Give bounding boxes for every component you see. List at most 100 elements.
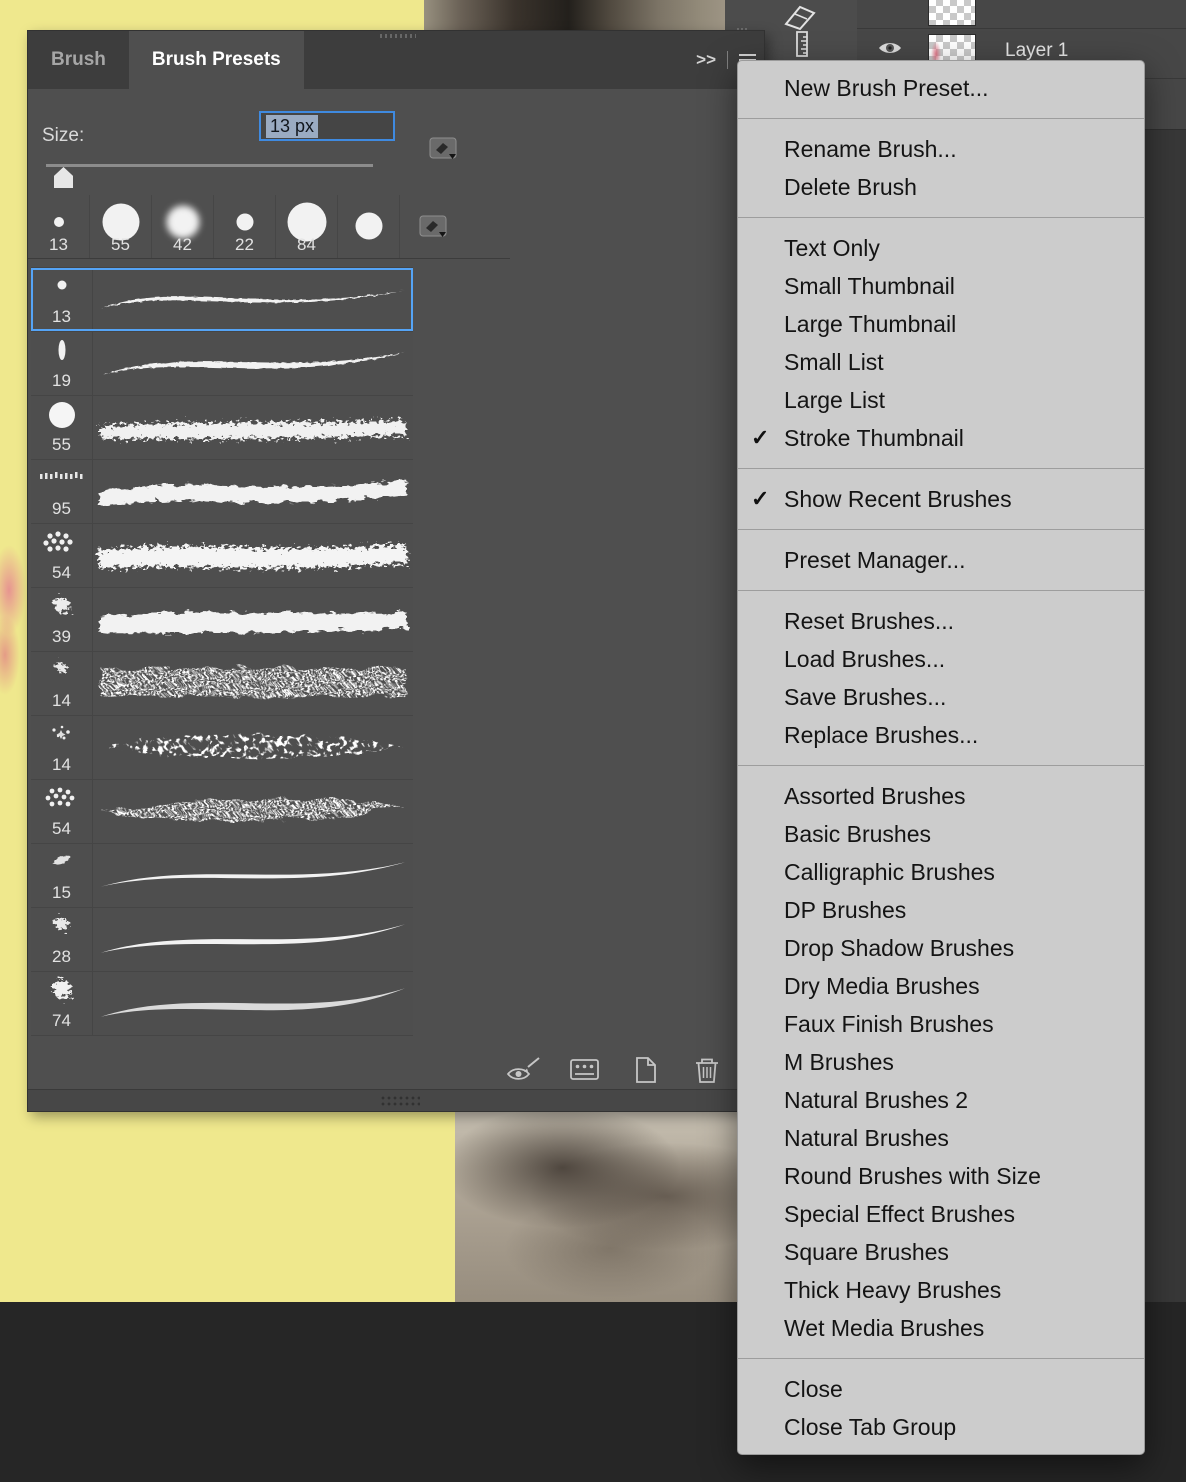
- menu-item-m-brushes[interactable]: M Brushes: [738, 1043, 1144, 1081]
- brush-size-label: 19: [52, 371, 71, 390]
- brush-preset-row[interactable]: 74: [31, 972, 413, 1036]
- menu-item-delete-brush[interactable]: Delete Brush: [738, 168, 1144, 206]
- recent-brush[interactable]: 55: [90, 195, 152, 258]
- layer-name[interactable]: Layer 1: [1005, 40, 1068, 62]
- brush-preset-row[interactable]: 95: [31, 460, 413, 524]
- panel-drag-grip[interactable]: [380, 34, 416, 38]
- brush-stroke-preview: [93, 780, 413, 843]
- menu-item-label: Large Thumbnail: [784, 310, 957, 337]
- menu-item-natural-brushes[interactable]: Natural Brushes: [738, 1119, 1144, 1157]
- menu-item-round-brushes-with-size[interactable]: Round Brushes with Size: [738, 1157, 1144, 1195]
- menu-item-replace-brushes[interactable]: Replace Brushes...: [738, 716, 1144, 754]
- menu-item-label: Basic Brushes: [784, 820, 932, 847]
- photo-fragment-bottom: [455, 1110, 737, 1302]
- menu-item-drop-shadow-brushes[interactable]: Drop Shadow Brushes: [738, 929, 1144, 967]
- tab-brush[interactable]: Brush: [28, 31, 129, 89]
- brush-size-label: 42: [173, 235, 192, 254]
- create-new-brush-icon[interactable]: [630, 1055, 662, 1085]
- brush-preset-row[interactable]: 14: [31, 652, 413, 716]
- brush-tip-thumbnail: 13: [31, 268, 93, 331]
- recent-brush[interactable]: [338, 195, 400, 258]
- brush-stamp-icon[interactable]: [425, 130, 463, 168]
- menu-item-label: Stroke Thumbnail: [784, 424, 964, 451]
- size-slider-track[interactable]: [46, 164, 373, 167]
- size-input[interactable]: 13 px: [259, 111, 395, 141]
- brush-stroke-preview: [93, 588, 413, 651]
- ruler-tool-icon[interactable]: [793, 30, 813, 58]
- brush-preset-list: 13 19 55 95 54 39 14 14 54 15 28 74: [31, 267, 413, 1036]
- menu-item-basic-brushes[interactable]: Basic Brushes: [738, 815, 1144, 853]
- recent-brush[interactable]: 42: [152, 195, 214, 258]
- brush-tip-thumbnail: 54: [31, 780, 93, 843]
- open-preset-manager-icon[interactable]: [568, 1055, 602, 1085]
- menu-separator: [738, 118, 1144, 119]
- checkmark-icon: ✓: [751, 425, 770, 450]
- tab-brush-presets[interactable]: Brush Presets: [128, 31, 304, 89]
- menu-item-wet-media-brushes[interactable]: Wet Media Brushes: [738, 1309, 1144, 1347]
- menu-item-save-brushes[interactable]: Save Brushes...: [738, 678, 1144, 716]
- menu-item-reset-brushes[interactable]: Reset Brushes...: [738, 602, 1144, 640]
- menu-item-small-list[interactable]: Small List: [738, 343, 1144, 381]
- menu-item-label: Calligraphic Brushes: [784, 858, 995, 885]
- brush-preset-row[interactable]: 13: [31, 268, 413, 332]
- panel-resize-strip[interactable]: [28, 1089, 764, 1111]
- recent-brush[interactable]: 13: [28, 195, 90, 258]
- brush-preset-row[interactable]: 54: [31, 524, 413, 588]
- menu-item-natural-brushes-2[interactable]: Natural Brushes 2: [738, 1081, 1144, 1119]
- brush-preset-row[interactable]: 15: [31, 844, 413, 908]
- menu-item-close[interactable]: Close: [738, 1370, 1144, 1408]
- menu-item-label: M Brushes: [784, 1048, 894, 1075]
- brush-presets-panel: Brush Brush Presets >> Size: 13 px 13 55…: [27, 30, 765, 1112]
- menu-item-label: Delete Brush: [784, 173, 917, 200]
- menu-item-faux-finish-brushes[interactable]: Faux Finish Brushes: [738, 1005, 1144, 1043]
- menu-item-label: Round Brushes with Size: [784, 1162, 1041, 1189]
- menu-item-dp-brushes[interactable]: DP Brushes: [738, 891, 1144, 929]
- brush-preset-row[interactable]: 14: [31, 716, 413, 780]
- recent-brush[interactable]: 22: [214, 195, 276, 258]
- panel-tab-bar: Brush Brush Presets >>: [28, 31, 764, 89]
- menu-item-close-tab-group[interactable]: Close Tab Group: [738, 1408, 1144, 1446]
- menu-item-label: Show Recent Brushes: [784, 485, 1012, 512]
- toggle-bristle-preview-icon[interactable]: [506, 1055, 542, 1085]
- panel-resize-grip[interactable]: [380, 1095, 420, 1107]
- menu-item-small-thumbnail[interactable]: Small Thumbnail: [738, 267, 1144, 305]
- menu-item-preset-manager[interactable]: Preset Manager...: [738, 541, 1144, 579]
- brush-tip-icon: [355, 212, 382, 240]
- menu-separator: [738, 1358, 1144, 1359]
- menu-item-label: Replace Brushes...: [784, 721, 979, 748]
- delete-brush-trash-icon[interactable]: [691, 1055, 723, 1085]
- divider: [727, 51, 728, 69]
- brush-preset-row[interactable]: 28: [31, 908, 413, 972]
- menu-item-thick-heavy-brushes[interactable]: Thick Heavy Brushes: [738, 1271, 1144, 1309]
- menu-item-assorted-brushes[interactable]: Assorted Brushes: [738, 777, 1144, 815]
- eraser-tool-icon[interactable]: [783, 2, 819, 32]
- brush-stamp-icon[interactable]: [400, 195, 468, 258]
- menu-item-large-thumbnail[interactable]: Large Thumbnail: [738, 305, 1144, 343]
- size-slider-thumb[interactable]: [54, 167, 73, 188]
- menu-item-square-brushes[interactable]: Square Brushes: [738, 1233, 1144, 1271]
- menu-item-stroke-thumbnail[interactable]: ✓ Stroke Thumbnail: [738, 419, 1144, 457]
- recent-brushes-row: 13 55 42 22 84: [28, 195, 510, 259]
- menu-item-text-only[interactable]: Text Only: [738, 229, 1144, 267]
- brush-preset-row[interactable]: 19: [31, 332, 413, 396]
- menu-item-load-brushes[interactable]: Load Brushes...: [738, 640, 1144, 678]
- layer-visibility-eye-icon[interactable]: [877, 38, 903, 58]
- brush-preset-row[interactable]: 54: [31, 780, 413, 844]
- menu-item-large-list[interactable]: Large List: [738, 381, 1144, 419]
- menu-item-special-effect-brushes[interactable]: Special Effect Brushes: [738, 1195, 1144, 1233]
- brush-stroke-preview: [93, 524, 413, 587]
- brush-preset-row[interactable]: 39: [31, 588, 413, 652]
- brush-size-label: 74: [52, 1011, 71, 1030]
- recent-brush[interactable]: 84: [276, 195, 338, 258]
- panel-flyout-menu: New Brush Preset... Rename Brush... Dele…: [737, 60, 1145, 1455]
- collapse-panel-icon[interactable]: >>: [696, 50, 716, 70]
- layer-thumbnail[interactable]: [928, 0, 976, 26]
- menu-item-show-recent-brushes[interactable]: ✓ Show Recent Brushes: [738, 480, 1144, 518]
- menu-item-dry-media-brushes[interactable]: Dry Media Brushes: [738, 967, 1144, 1005]
- menu-separator: [738, 529, 1144, 530]
- brush-preset-row[interactable]: 55: [31, 396, 413, 460]
- menu-item-calligraphic-brushes[interactable]: Calligraphic Brushes: [738, 853, 1144, 891]
- menu-item-new-brush-preset[interactable]: New Brush Preset...: [738, 69, 1144, 107]
- menu-item-rename-brush[interactable]: Rename Brush...: [738, 130, 1144, 168]
- menu-separator: [738, 468, 1144, 469]
